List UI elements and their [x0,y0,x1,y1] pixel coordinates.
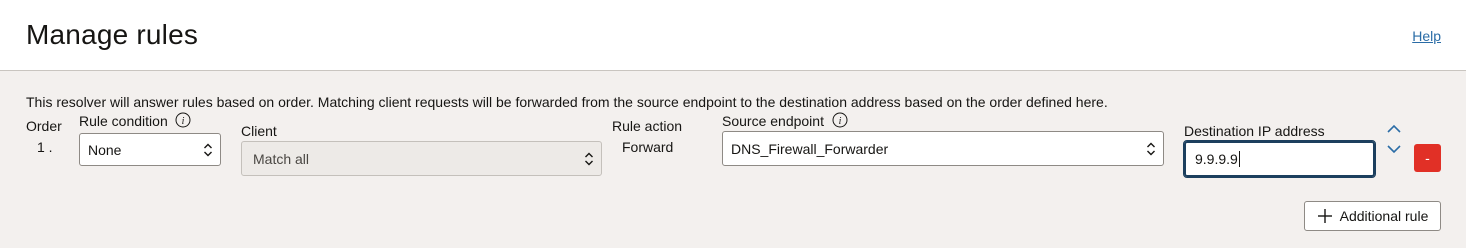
chevron-up-down-icon [1147,142,1155,155]
remove-rule-button[interactable]: - [1414,144,1441,172]
page-header: Manage rules Help [0,0,1466,71]
rule-condition-value: None [88,141,122,158]
text-caret [1238,151,1240,167]
destination-ip-value: 9.9.9.9 [1195,151,1238,167]
rule-condition-label: Rule condition [79,113,168,129]
destination-ip-label: Destination IP address [1184,123,1325,139]
source-endpoint-select[interactable]: DNS_Firewall_Forwarder [722,131,1164,166]
client-value: Match all [253,150,310,167]
svg-text:i: i [839,116,842,127]
client-select[interactable]: Match all [241,141,602,176]
rules-panel: This resolver will answer rules based on… [0,71,1466,248]
help-link[interactable]: Help [1412,28,1441,44]
arrow-up-icon[interactable] [1386,123,1402,135]
source-endpoint-value: DNS_Firewall_Forwarder [731,140,889,157]
order-value: 1 . [37,139,53,155]
rule-condition-select[interactable]: None [79,133,221,166]
svg-text:i: i [182,116,185,127]
page-title: Manage rules [26,19,199,50]
chevron-up-down-icon [585,152,593,165]
additional-rule-button[interactable]: Additional rule [1304,201,1441,231]
info-icon[interactable]: i [175,112,191,128]
rule-action-label: Rule action [612,118,683,134]
info-icon[interactable]: i [832,112,848,128]
plus-icon [1317,209,1332,223]
chevron-up-down-icon [204,143,212,156]
rule-action-value: Forward [622,139,674,155]
client-label: Client [241,123,277,139]
rules-description: This resolver will answer rules based on… [26,94,1108,110]
destination-ip-input[interactable]: 9.9.9.9 [1183,140,1376,178]
arrow-down-icon[interactable] [1386,143,1402,155]
additional-rule-label: Additional rule [1339,208,1429,224]
source-endpoint-label: Source endpoint [722,113,824,129]
order-label: Order [26,118,62,134]
